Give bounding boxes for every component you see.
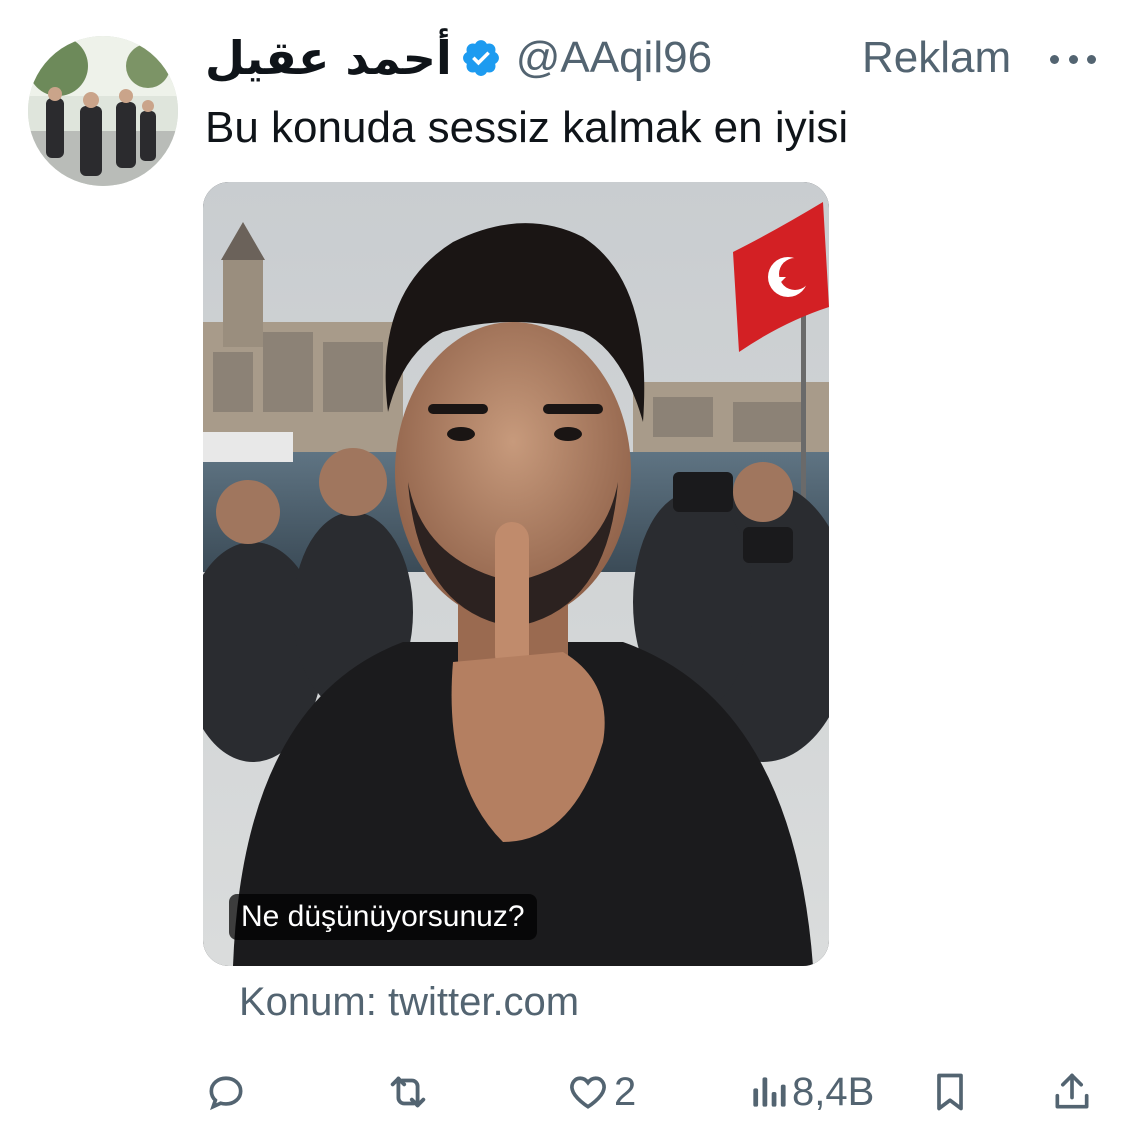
- tweet-text: Bu konuda sessiz kalmak en iyisi: [205, 103, 849, 152]
- views-button[interactable]: 8,4B: [748, 1060, 874, 1124]
- views-count: 8,4B: [792, 1069, 875, 1114]
- more-options-icon[interactable]: [1050, 38, 1096, 80]
- retweet-button[interactable]: [385, 1060, 431, 1124]
- source-line[interactable]: Konum: twitter.com: [239, 980, 579, 1025]
- reply-button[interactable]: [204, 1060, 248, 1124]
- like-button[interactable]: 2: [566, 1060, 636, 1124]
- author-handle[interactable]: @AAqil96: [516, 33, 712, 83]
- verified-badge-icon: [462, 40, 499, 76]
- media-caption: Ne düşünüyorsunuz?: [229, 894, 537, 940]
- share-icon: [1055, 1073, 1089, 1109]
- heart-icon: [570, 1076, 606, 1109]
- bookmark-icon: [937, 1073, 963, 1111]
- author-display-name[interactable]: أحمد عقيل: [205, 31, 452, 85]
- bookmark-button[interactable]: [930, 1060, 970, 1124]
- ad-label: Reklam: [862, 33, 1012, 82]
- like-count: 2: [614, 1069, 637, 1114]
- tweet-action-bar: 2 8,4B: [0, 1060, 1125, 1124]
- tweet-header: أحمد عقيل @AAqil96: [205, 30, 712, 86]
- share-button[interactable]: [1050, 1060, 1094, 1124]
- reply-icon: [209, 1076, 243, 1111]
- author-avatar[interactable]: [28, 36, 178, 186]
- retweet-icon: [390, 1076, 426, 1108]
- media-photo: [203, 182, 829, 966]
- tweet-media-image[interactable]: Ne düşünüyorsunuz?: [203, 182, 829, 966]
- views-icon: [753, 1077, 786, 1107]
